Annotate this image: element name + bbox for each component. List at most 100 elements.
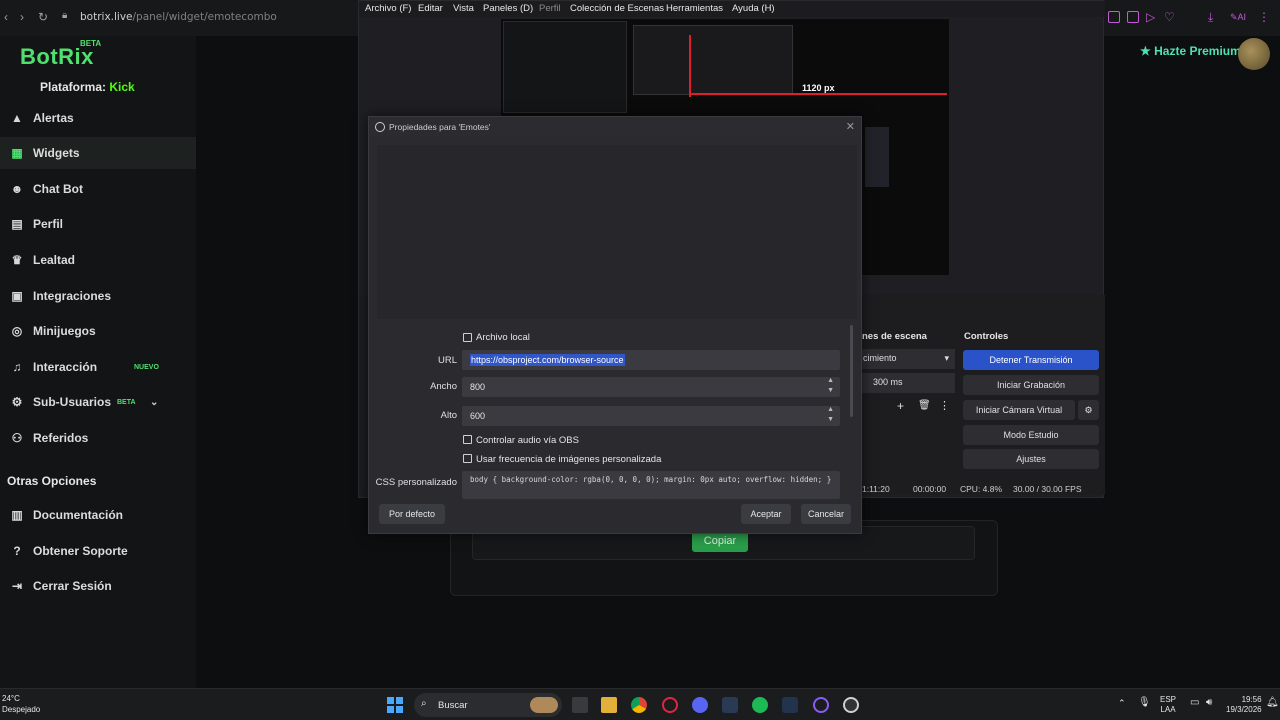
transition-duration[interactable]: 300 ms <box>859 373 955 393</box>
steam-2-icon[interactable] <box>782 697 798 713</box>
sidebar-item-chat-bot[interactable]: ☻ Chat Bot <box>0 173 196 205</box>
menu-editar[interactable]: Editar <box>418 3 443 14</box>
sidebar-item-alertas[interactable]: ▲ Alertas <box>0 102 196 134</box>
url-input[interactable]: https://obsproject.com/browser-source <box>462 350 840 370</box>
ok-button[interactable]: Aceptar <box>741 504 791 524</box>
forward-icon[interactable]: › <box>20 10 24 24</box>
transition-select[interactable]: cimiento ▾ <box>859 349 955 369</box>
network-icon[interactable]: ▭ <box>1190 697 1199 708</box>
gear-icon[interactable]: ⚙ <box>1078 400 1099 420</box>
trash-icon[interactable]: 🗑︎ <box>918 400 931 411</box>
file-explorer-icon[interactable] <box>601 697 617 713</box>
sidebar: BotRix BETA Plataforma: Kick ▲ Alertas ▦ W… <box>0 36 196 688</box>
stop-stream-button[interactable]: Detener Transmisión <box>963 350 1099 370</box>
sidebar-item-cerrar-sesion[interactable]: ⇥ Cerrar Sesión <box>0 570 196 602</box>
menu-perfil[interactable]: Perfil <box>539 3 561 14</box>
defaults-button[interactable]: Por defecto <box>379 504 445 524</box>
language-indicator[interactable]: ESP LAA <box>1160 695 1176 715</box>
search-icon: ⌕ <box>421 698 427 709</box>
sidebar-item-interaccion[interactable]: ♫ Interacción NUEVO <box>0 351 196 383</box>
menu-paneles[interactable]: Paneles (D) <box>483 3 533 14</box>
audio-control-checkbox[interactable] <box>463 435 472 444</box>
add-icon[interactable]: + <box>897 399 904 413</box>
audio-control-label: Controlar audio vía OBS <box>476 435 579 446</box>
platform-label: Plataforma: <box>40 80 107 94</box>
notification-bell-icon[interactable]: 🔔︎ <box>1266 697 1279 708</box>
custom-fps-checkbox[interactable] <box>463 454 472 463</box>
menu-coleccion-escenas[interactable]: Colección de Escenas <box>570 3 664 14</box>
spin-up-icon[interactable]: ▲ <box>827 406 834 413</box>
heart-icon[interactable]: ♡ <box>1164 10 1175 24</box>
guide-px-label: 1120 px <box>802 83 835 93</box>
menu-ayuda[interactable]: Ayuda (H) <box>732 3 775 14</box>
music-note-icon: ♫ <box>12 360 22 374</box>
beta-badge: BETA <box>117 398 136 406</box>
cancel-button[interactable]: Cancelar <box>801 504 851 524</box>
spin-down-icon[interactable]: ▼ <box>827 387 834 394</box>
sidebar-item-lealtad[interactable]: ♛ Lealtad <box>0 244 196 276</box>
avatar[interactable] <box>1238 38 1270 70</box>
more-icon[interactable]: ⋮ <box>939 399 950 412</box>
start-recording-button[interactable]: Iniciar Grabación <box>963 375 1099 395</box>
spotify-icon[interactable] <box>752 697 768 713</box>
sidebar-item-referidos[interactable]: ⚇ Referidos <box>0 422 196 454</box>
settings-button[interactable]: Ajustes <box>963 449 1099 469</box>
microphone-icon[interactable]: 🎙︎ <box>1138 697 1151 708</box>
menu-vista[interactable]: Vista <box>453 3 474 14</box>
sidebar-item-label: Chat Bot <box>33 182 83 196</box>
back-icon[interactable]: ‹ <box>4 10 8 24</box>
extension-icon[interactable] <box>1127 11 1139 23</box>
studio-mode-button[interactable]: Modo Estudio <box>963 425 1099 445</box>
premium-link[interactable]: ★ Hazte Premium <box>1140 44 1241 58</box>
sidebar-item-widgets[interactable]: ▦ Widgets <box>0 137 196 169</box>
sidebar-item-integraciones[interactable]: ▣ Integraciones <box>0 280 196 312</box>
address-bar[interactable]: botrix.live/panel/widget/emotecombo <box>80 11 277 23</box>
menu-icon[interactable]: ⋮ <box>1258 10 1270 24</box>
obs-icon[interactable] <box>843 697 859 713</box>
menu-archivo[interactable]: Archivo (F) <box>365 3 411 14</box>
menu-herramientas[interactable]: Herramientas <box>666 3 723 14</box>
transition-value: cimiento <box>863 353 897 363</box>
virtual-camera-button[interactable]: Iniciar Cámara Virtual <box>963 400 1075 420</box>
discord-icon[interactable] <box>692 697 708 713</box>
live-time: 1:11:20 <box>862 484 890 494</box>
chevron-up-icon[interactable]: ⌃ <box>1118 698 1126 709</box>
close-icon[interactable]: ✕ <box>846 120 855 133</box>
windows-start-icon[interactable] <box>387 697 403 713</box>
local-file-checkbox[interactable] <box>463 333 472 342</box>
steam-icon[interactable] <box>722 697 738 713</box>
app-icon[interactable] <box>813 697 829 713</box>
volume-icon[interactable]: 🔊︎ <box>1206 697 1212 708</box>
clock[interactable]: 19:56 19/3/2026 <box>1226 695 1262 715</box>
height-input[interactable]: 600 ▲ ▼ <box>462 406 840 426</box>
sidebar-item-documentacion[interactable]: ▥ Documentación <box>0 499 196 531</box>
weather-widget[interactable]: 24°C Despejado <box>2 693 40 715</box>
preview-nested-obs <box>633 25 793 95</box>
css-label: CSS personalizado <box>375 477 457 488</box>
task-view-icon[interactable] <box>572 697 588 713</box>
ai-icon[interactable]: ✎AI <box>1230 12 1246 23</box>
download-icon[interactable]: ⤓ <box>1208 10 1213 25</box>
sidebar-item-label: Interacción <box>33 360 98 374</box>
css-textarea[interactable]: body { background-color: rgba(0, 0, 0, 0… <box>462 471 840 499</box>
sidebar-item-perfil[interactable]: ▤ Perfil <box>0 208 196 240</box>
site-info-icon[interactable]: 🔒︎ <box>62 10 67 21</box>
reload-icon[interactable]: ↻ <box>38 10 48 24</box>
spin-down-icon[interactable]: ▼ <box>827 416 834 423</box>
search-highlight-icon <box>530 697 558 713</box>
spin-up-icon[interactable]: ▲ <box>827 377 834 384</box>
play-icon[interactable]: ▷ <box>1146 10 1155 24</box>
sidebar-item-sub-usuarios[interactable]: ⚙ Sub-Usuarios BETA ⌄ <box>0 386 196 418</box>
width-input[interactable]: 800 ▲ ▼ <box>462 377 840 397</box>
height-value: 600 <box>470 411 486 421</box>
extension-icon[interactable] <box>1108 11 1120 23</box>
dialog-titlebar: Propiedades para 'Emotes' ✕ <box>369 117 861 137</box>
trophy-icon: ♛ <box>11 253 23 267</box>
help-icon: ? <box>13 544 21 558</box>
sidebar-item-minijuegos[interactable]: ◎ Minijuegos <box>0 315 196 347</box>
sidebar-item-soporte[interactable]: ? Obtener Soporte <box>0 535 196 567</box>
dialog-scrollbar[interactable] <box>850 325 853 417</box>
opera-icon[interactable] <box>662 697 678 713</box>
chrome-icon[interactable] <box>631 697 647 713</box>
weather-desc: Despejado <box>2 705 41 714</box>
